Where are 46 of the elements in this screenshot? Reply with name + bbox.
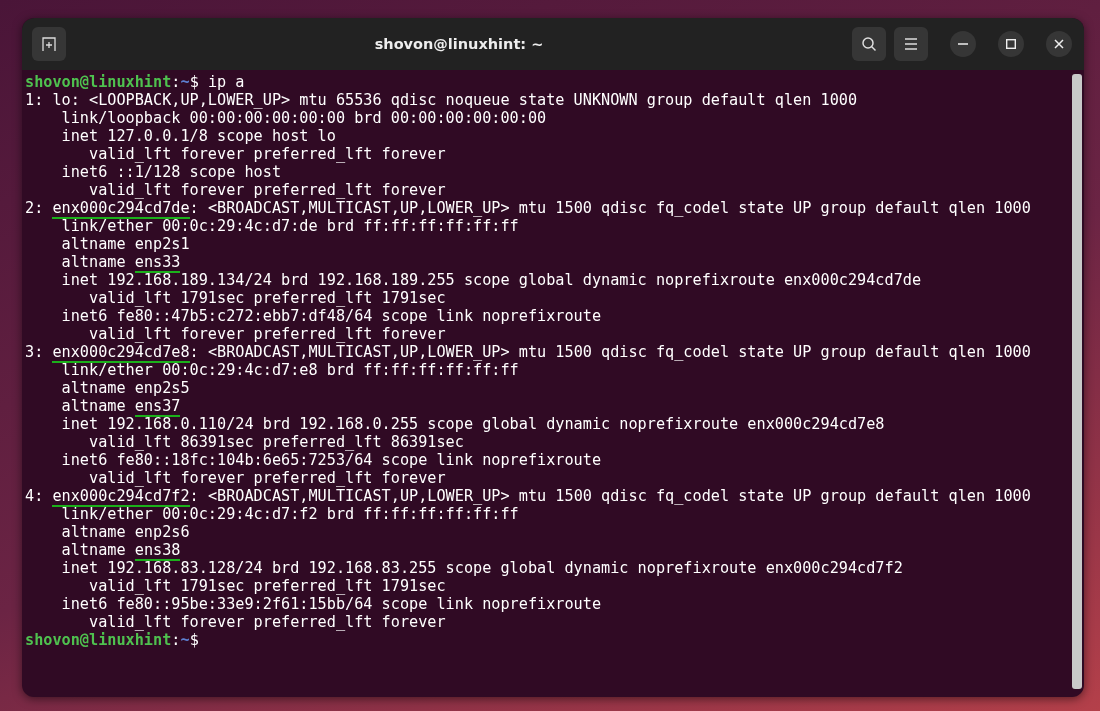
- terminal-line: 1: lo: <LOOPBACK,UP,LOWER_UP> mtu 65536 qdisc noqueue state UNKNOWN group default qlen 1000: [25, 91, 858, 109]
- terminal-line: valid_lft 1791sec preferred_lft 1791sec: [88, 577, 446, 595]
- terminal-line: altname ens38: [60, 541, 181, 559]
- terminal-line: valid_lft forever preferred_lft forever: [88, 469, 446, 487]
- maximize-button[interactable]: [998, 31, 1024, 57]
- window-title: shovon@linuxhint: ~: [373, 36, 545, 52]
- terminal-line: inet 192.168.189.134/24 brd 192.168.189.255 scope global dynamic noprefixroute enx000c294cd7de: [60, 271, 922, 289]
- terminal-line: inet 192.168.0.110/24 brd 192.168.0.255 scope global dynamic noprefixroute enx000c294cd7e8: [60, 415, 885, 433]
- minimize-icon: [958, 43, 968, 45]
- terminal-line: inet6 fe80::47b5:c272:ebb7:df48/64 scope link noprefixroute: [60, 307, 602, 325]
- new-tab-button[interactable]: [32, 27, 66, 61]
- terminal-line: altname ens33: [60, 253, 181, 271]
- terminal-line: link/ether 00:0c:29:4c:d7:f2 brd ff:ff:ff:ff:ff:ff: [60, 505, 519, 523]
- terminal-line: inet6 fe80::95be:33e9:2f61:15bb/64 scope link noprefixroute: [60, 595, 602, 613]
- search-icon: [861, 36, 877, 52]
- minimize-button[interactable]: [950, 31, 976, 57]
- terminal-line: shovon@linuxhint:~$: [25, 631, 199, 649]
- terminal-line: altname enp2s5: [60, 379, 190, 397]
- terminal-line: inet 127.0.0.1/8 scope host lo: [60, 127, 336, 145]
- close-icon: [1054, 39, 1064, 49]
- terminal-line: altname enp2s1: [60, 235, 190, 253]
- new-tab-icon: [41, 36, 57, 52]
- terminal-line: 4: enx000c294cd7f2: <BROADCAST,MULTICAST,UP,LOWER_UP> mtu 1500 qdisc fq_codel state UP group default qlen 1000: [25, 487, 1031, 505]
- terminal-line: altname ens37: [60, 397, 181, 415]
- terminal-line: altname enp2s6: [60, 523, 190, 541]
- menu-icon: [904, 38, 918, 50]
- terminal-line: link/ether 00:0c:29:4c:d7:de brd ff:ff:ff:ff:ff:ff: [60, 217, 519, 235]
- terminal-line: valid_lft forever preferred_lft forever: [88, 145, 446, 163]
- terminal-line: 2: enx000c294cd7de: <BROADCAST,MULTICAST,UP,LOWER_UP> mtu 1500 qdisc fq_codel state UP group default qlen 1000: [25, 199, 1031, 217]
- terminal-line: link/ether 00:0c:29:4c:d7:e8 brd ff:ff:ff:ff:ff:ff: [60, 361, 519, 379]
- terminal-line: inet 192.168.83.128/24 brd 192.168.83.255 scope global dynamic noprefixroute enx000c294cd7f2: [60, 559, 903, 577]
- terminal-line: link/loopback 00:00:00:00:00:00 brd 00:00:00:00:00:00: [60, 109, 547, 127]
- terminal-line: inet6 ::1/128 scope host: [60, 163, 282, 181]
- maximize-icon: [1006, 39, 1016, 49]
- terminal-line: valid_lft forever preferred_lft forever: [88, 325, 446, 343]
- terminal-line: valid_lft 86391sec preferred_lft 86391sec: [88, 433, 464, 451]
- terminal-line: shovon@linuxhint:~$ ip a: [25, 73, 245, 91]
- search-button[interactable]: [852, 27, 886, 61]
- terminal-line: valid_lft forever preferred_lft forever: [88, 181, 446, 199]
- terminal-line: valid_lft forever preferred_lft forever: [88, 613, 446, 631]
- menu-button[interactable]: [894, 27, 928, 61]
- close-button[interactable]: [1046, 31, 1072, 57]
- terminal-line: inet6 fe80::18fc:104b:6e65:7253/64 scope link noprefixroute: [60, 451, 602, 469]
- terminal-line: 3: enx000c294cd7e8: <BROADCAST,MULTICAST,UP,LOWER_UP> mtu 1500 qdisc fq_codel state UP group default qlen 1000: [25, 343, 1031, 361]
- terminal-line: valid_lft 1791sec preferred_lft 1791sec: [88, 289, 446, 307]
- scrollbar-thumb[interactable]: [1072, 74, 1082, 689]
